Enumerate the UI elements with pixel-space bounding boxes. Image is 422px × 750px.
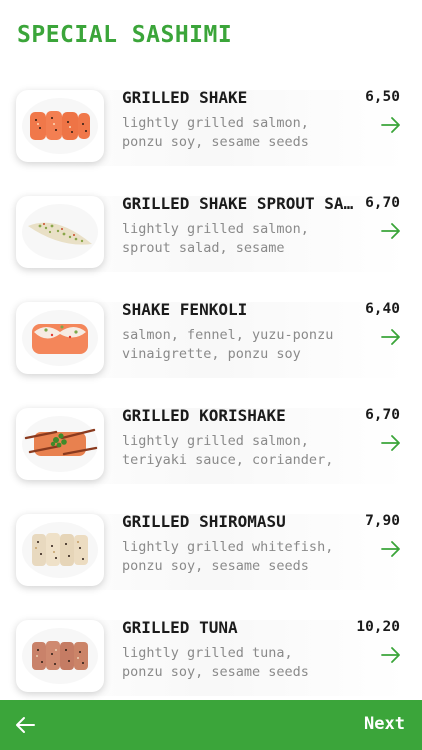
menu-screen: SPECIAL SASHIMI GRILLED SHAKE lightly gr… <box>0 0 422 750</box>
list-item[interactable]: GRILLED SHIROMASU lightly grilled whitef… <box>0 508 422 614</box>
arrow-right-icon[interactable] <box>381 647 401 663</box>
item-name: GRILLED SHAKE <box>122 88 248 107</box>
list-item[interactable]: GRILLED KORISHAKE lightly grilled salmon… <box>0 402 422 508</box>
desc-line-2: vinaigrette, ponzu soy <box>122 346 301 362</box>
arrow-right-icon[interactable] <box>381 541 401 557</box>
item-description: salmon, fennel, yuzu-ponzu vinaigrette, … <box>122 326 358 364</box>
item-price: 6,70 <box>365 195 400 211</box>
item-price: 6,70 <box>365 407 400 423</box>
item-description: lightly grilled salmon, ponzu soy, sesam… <box>122 114 358 152</box>
sashimi-list: GRILLED SHAKE lightly grilled salmon, po… <box>0 84 422 720</box>
arrow-right-icon[interactable] <box>381 117 401 133</box>
desc-line-1: lightly grilled salmon, <box>122 433 309 449</box>
list-item[interactable]: GRILLED SHAKE lightly grilled salmon, po… <box>0 84 422 190</box>
dish-image <box>16 408 104 480</box>
desc-line-1: lightly grilled salmon, <box>122 115 309 131</box>
dish-image <box>16 302 104 374</box>
item-price: 7,90 <box>365 513 400 529</box>
desc-line-2: ponzu soy, sesame seeds <box>122 558 309 574</box>
dish-image <box>16 514 104 586</box>
next-button[interactable]: Next <box>364 714 405 734</box>
item-name: SHAKE FENKOLI <box>122 300 248 319</box>
desc-line-1: salmon, fennel, yuzu-ponzu <box>122 327 334 343</box>
desc-line-2: teriyaki sauce, coriander, <box>122 452 334 468</box>
item-description: lightly grilled salmon, sprout salad, se… <box>122 220 358 258</box>
item-name: GRILLED SHAKE SPROUT SALAD <box>122 194 358 213</box>
desc-line-1: lightly grilled whitefish, <box>122 539 334 555</box>
arrow-right-icon[interactable] <box>381 223 401 239</box>
desc-line-1: lightly grilled tuna, <box>122 645 293 661</box>
item-name: GRILLED TUNA <box>122 618 238 637</box>
item-description: lightly grilled salmon, teriyaki sauce, … <box>122 432 358 470</box>
dish-image <box>16 196 104 268</box>
arrow-left-icon[interactable] <box>14 715 36 735</box>
item-price: 10,20 <box>356 619 400 635</box>
item-description: lightly grilled whitefish, ponzu soy, se… <box>122 538 358 576</box>
item-price: 6,40 <box>365 301 400 317</box>
page-title: SPECIAL SASHIMI <box>17 22 233 48</box>
desc-line-2: ponzu soy, sesame seeds <box>122 664 309 680</box>
desc-line-2: sprout salad, sesame <box>122 240 285 256</box>
dish-image <box>16 90 104 162</box>
desc-line-2: ponzu soy, sesame seeds <box>122 134 309 150</box>
item-name: GRILLED KORISHAKE <box>122 406 286 425</box>
arrow-right-icon[interactable] <box>381 329 401 345</box>
item-name: GRILLED SHIROMASU <box>122 512 286 531</box>
list-item[interactable]: SHAKE FENKOLI salmon, fennel, yuzu-ponzu… <box>0 296 422 402</box>
dish-image <box>16 620 104 692</box>
bottom-nav-bar: Next <box>0 700 422 750</box>
desc-line-1: lightly grilled salmon, <box>122 221 309 237</box>
item-price: 6,50 <box>365 89 400 105</box>
arrow-right-icon[interactable] <box>381 435 401 451</box>
item-description: lightly grilled tuna, ponzu soy, sesame … <box>122 644 358 682</box>
list-item[interactable]: GRILLED SHAKE SPROUT SALAD lightly grill… <box>0 190 422 296</box>
